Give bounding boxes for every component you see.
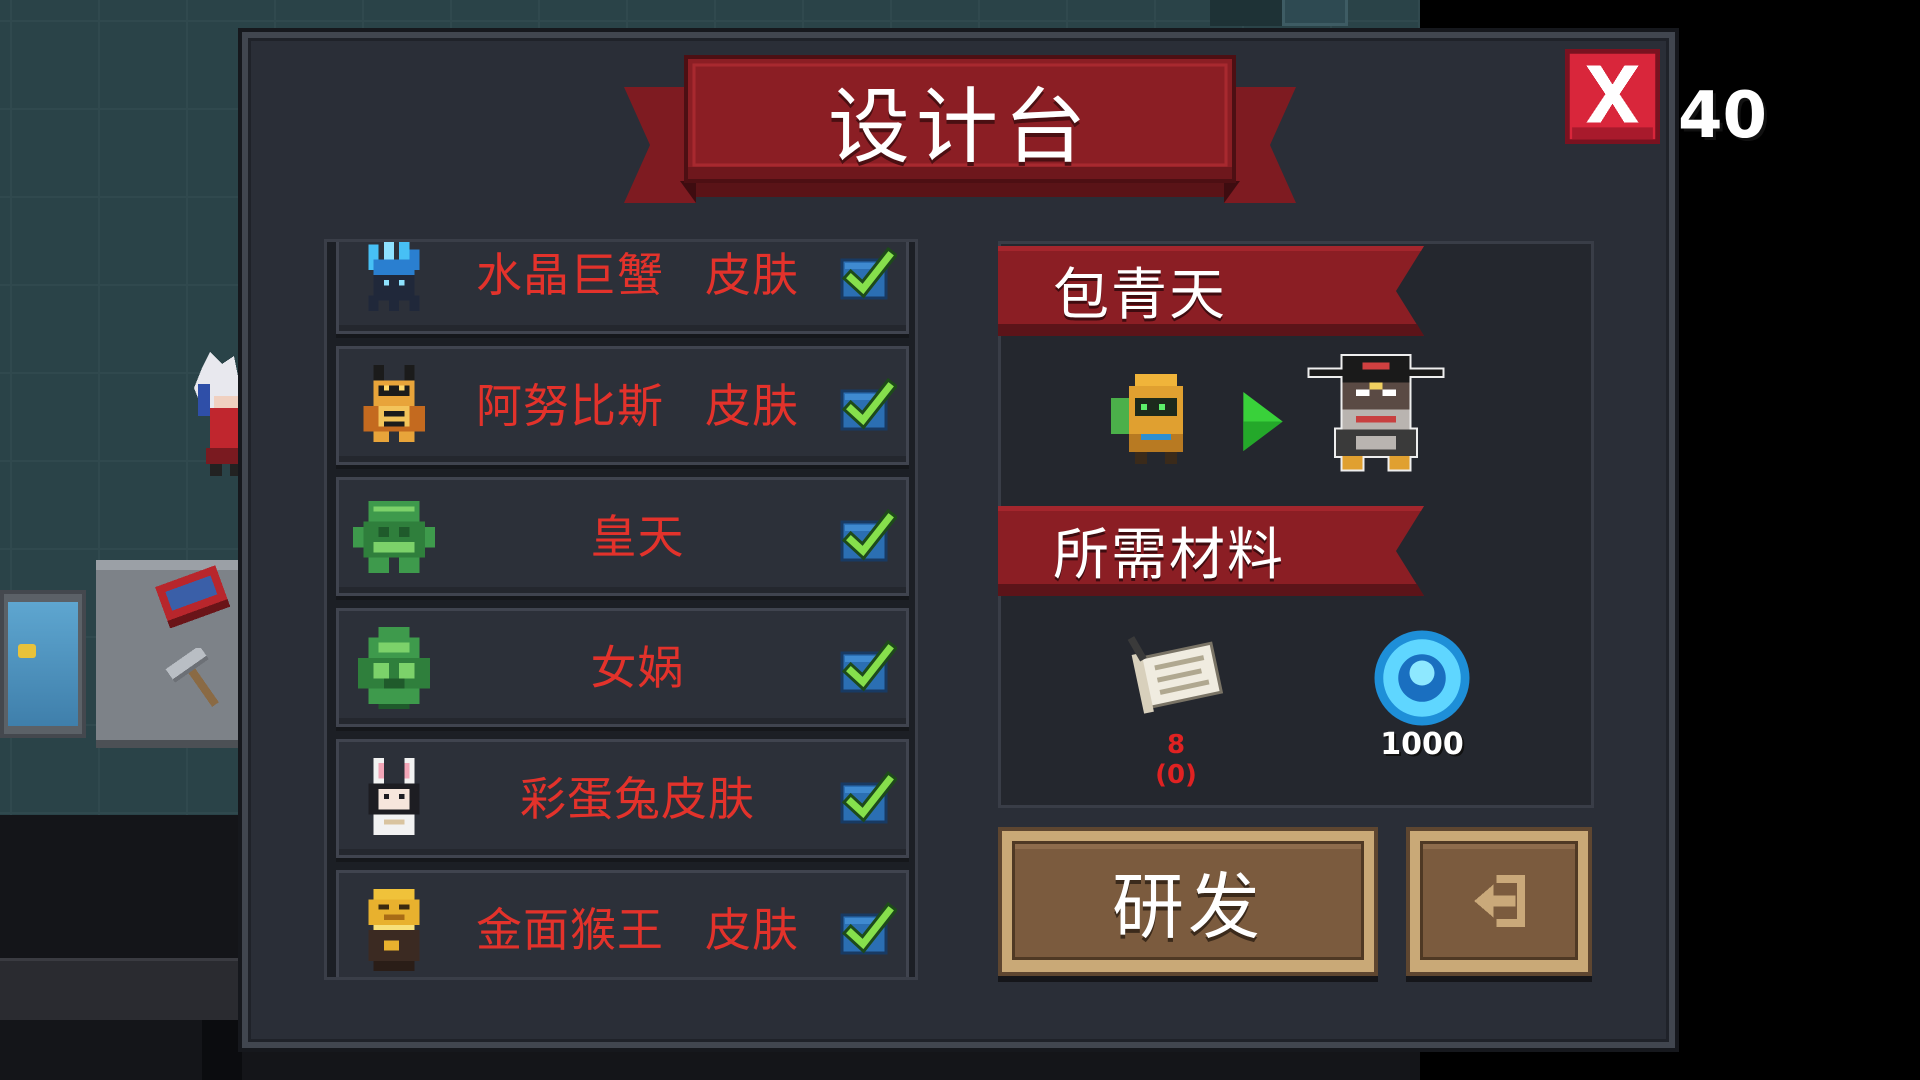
wall-frame <box>1282 0 1348 26</box>
exit-button[interactable] <box>1406 827 1592 976</box>
skin-list-item[interactable]: 彩蛋兔皮肤 <box>336 739 909 858</box>
skin-name: 阿努比斯 皮肤 <box>476 378 799 433</box>
scroll-required-count: 8 <box>1166 730 1186 760</box>
skin-list[interactable]: 水晶巨蟹 皮肤 阿努比斯 皮肤 皇天 女娲 彩蛋兔皮肤 金面猴王 皮肤 <box>324 239 918 980</box>
skin-detail-panel: 包青天 所需材料 8 (0) 1000 <box>998 241 1594 808</box>
checkmark-icon <box>839 246 897 300</box>
skin-name: 女娲 <box>590 640 685 695</box>
skin-name: 彩蛋兔皮肤 <box>520 771 755 826</box>
research-label: 研发 <box>1111 865 1264 949</box>
npc-character-sprite <box>194 352 246 476</box>
book-icon <box>155 565 231 628</box>
close-button[interactable] <box>1565 49 1660 144</box>
play-arrow-icon <box>1243 392 1283 451</box>
skin-list-item[interactable]: 金面猴王 皮肤 <box>336 870 909 977</box>
water-surface <box>8 602 78 726</box>
checkmark-icon <box>839 901 897 955</box>
skin-list-item[interactable]: 水晶巨蟹 皮肤 <box>336 242 909 334</box>
research-button[interactable]: 研发 <box>998 827 1378 976</box>
scroll-icon <box>1125 636 1229 716</box>
knight-icon <box>1111 374 1183 464</box>
golden-monkey-king-icon <box>368 889 420 971</box>
easter-bunny-icon <box>368 758 420 835</box>
hammer-icon <box>165 648 219 707</box>
countdown-counter: 40 <box>1678 79 1768 153</box>
materials-header: 所需材料 <box>1053 522 1285 588</box>
checkmark-icon <box>839 508 897 562</box>
water-basin <box>0 590 86 738</box>
close-x-icon[interactable] <box>1565 49 1660 144</box>
exit-button-face[interactable] <box>1420 841 1578 960</box>
exit-icon <box>1474 874 1526 927</box>
wall-ledge <box>0 958 242 1020</box>
blue-gem-icon <box>1374 630 1470 726</box>
checkmark-icon <box>839 639 897 693</box>
skin-name: 水晶巨蟹 皮肤 <box>476 247 799 302</box>
skin-name: 金面猴王 皮肤 <box>476 902 799 957</box>
skin-list-item[interactable]: 女娲 <box>336 608 909 727</box>
skin-list-item[interactable]: 阿努比斯 皮肤 <box>336 346 909 465</box>
crystal-crab-icon <box>368 242 420 311</box>
selected-skin-name: 包青天 <box>1053 262 1227 328</box>
huangtian-statue-icon <box>353 501 435 573</box>
checkmark-icon <box>839 770 897 824</box>
scroll-owned-count: (0) <box>1155 760 1197 790</box>
window-title: 设计台 <box>827 79 1092 175</box>
checkmark-icon <box>839 377 897 431</box>
skin-name: 皇天 <box>590 509 685 564</box>
duck-icon <box>18 644 36 658</box>
bao-qingtian-icon <box>1309 356 1443 470</box>
gem-required-count: 1000 <box>1380 727 1464 762</box>
nuwa-statue-icon <box>358 627 430 709</box>
research-button-face[interactable]: 研发 <box>1012 841 1364 960</box>
skin-list-item[interactable]: 皇天 <box>336 477 909 596</box>
wall-post <box>202 1020 242 1080</box>
anubis-icon <box>363 365 425 442</box>
